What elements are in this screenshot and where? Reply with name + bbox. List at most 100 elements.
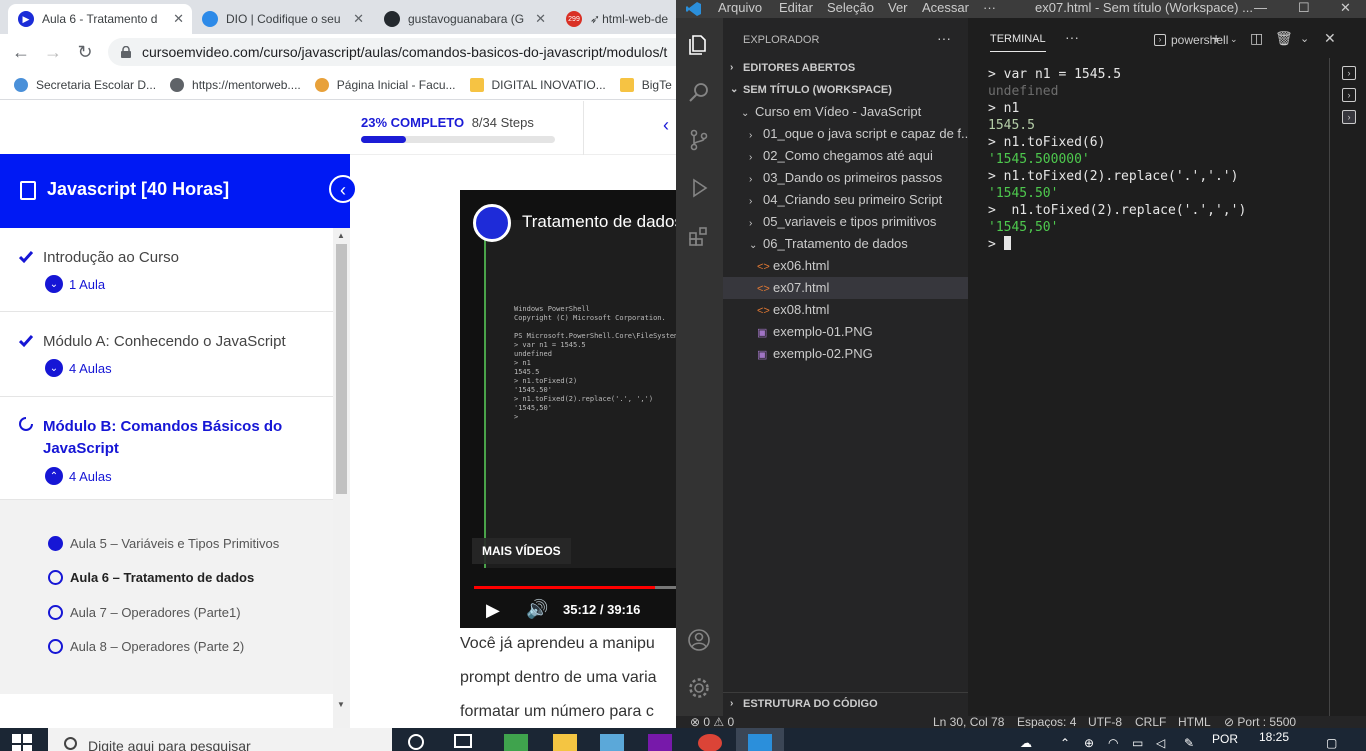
lesson-aula-5[interactable]: Aula 5 – Variáveis e Tipos Primitivos [48,536,279,551]
menu-more[interactable]: ··· [983,0,996,15]
lesson-aula-6[interactable]: Aula 6 – Tratamento de dados [48,570,254,585]
terminal-instance-icon[interactable]: › [1342,66,1356,80]
system-clock[interactable]: 18:25 [1259,730,1289,744]
chevron-up-icon[interactable]: ⌄ [1300,32,1309,45]
lesson-aula-8[interactable]: Aula 8 – Operadores (Parte 2) [48,639,244,654]
terminal-instance-icon[interactable]: › [1342,110,1356,124]
chrome-icon[interactable] [698,734,722,751]
forward-arrow-icon[interactable]: → [42,41,64,63]
reload-icon[interactable]: ↻ [74,41,96,63]
module-a[interactable]: Módulo A: Conhecendo o JavaScript ⌄ 4 Au… [0,312,333,397]
trash-icon[interactable]: 🗑 [1275,30,1293,47]
tree-folder[interactable]: ⌄ 06_Tratamento de dados [749,233,989,255]
notifications-icon[interactable]: ▢ [1326,736,1337,750]
scroll-up-arrow-icon[interactable]: ▲ [337,231,345,240]
volume-icon[interactable]: ◁ [1156,736,1165,750]
live-server-port[interactable]: ⊘ Port : 5500 [1224,716,1296,728]
taskbar-search-input[interactable]: Digite aqui para pesquisar [48,728,392,751]
windows-start-icon[interactable] [12,734,32,751]
run-debug-icon[interactable] [687,176,711,200]
module-introducao[interactable]: Introdução ao Curso ⌄ 1 Aula [0,228,333,312]
bookmark-bigte[interactable]: BigTe [619,77,672,92]
play-icon[interactable]: ▶ [486,600,500,621]
tab-dio[interactable]: DIO | Codifique o seu ✕ [192,4,372,34]
input-language[interactable]: POR [1212,732,1238,746]
video-title[interactable]: Tratamento de dados [522,212,676,232]
close-tab-icon[interactable]: ✕ [353,11,364,27]
tab-terminal[interactable]: TERMINAL [990,33,1046,52]
tree-folder[interactable]: › 03_Dando os primeiros passos [749,167,989,189]
tree-folder-root[interactable]: ⌄ Curso em Vídeo - JavaScript [741,101,981,123]
module-b[interactable]: Módulo B: Comandos Básicos do JavaScript… [0,397,333,500]
more-videos-button[interactable]: MAIS VÍDEOS [472,538,571,564]
minecraft-icon[interactable] [504,734,528,751]
extensions-icon[interactable] [687,224,711,248]
volume-icon[interactable]: 🔊 [526,599,548,620]
scrollbar-thumb[interactable] [336,244,347,494]
encoding-status[interactable]: UTF-8 [1088,716,1122,728]
tree-folder[interactable]: › 02_Como chegamos até aqui [749,145,989,167]
bookmark-pagina-inicial[interactable]: Página Inicial - Facu... [314,77,456,92]
search-icon[interactable] [687,80,711,104]
section-estrutura-codigo[interactable]: › ESTRUTURA DO CÓDIGO [723,692,968,714]
cursor-position[interactable]: Ln 30, Col 78 [933,716,1004,728]
menu-acessar[interactable]: Acessar [922,0,969,15]
menu-arquivo[interactable]: Arquivo [718,0,762,15]
tree-file[interactable]: ▣ exemplo-01.PNG [757,321,997,343]
more-actions-icon[interactable]: ··· [937,30,951,46]
source-control-icon[interactable] [687,128,711,152]
pen-icon[interactable]: ✎ [1184,736,1194,750]
tree-folder[interactable]: › 04_Criando seu primeiro Script [749,189,989,211]
section-workspace[interactable]: ⌄ SEM TÍTULO (WORKSPACE) [723,79,968,101]
new-terminal-plus-icon[interactable]: + [1212,30,1220,46]
sidebar-scrollbar[interactable]: ▲ ▼ [333,228,350,728]
gear-icon[interactable] [687,676,711,700]
terminal-instance-icon[interactable]: › [1342,88,1356,102]
url-input[interactable]: cursoemvideo.com/curso/javascript/aulas/… [108,38,676,66]
scroll-down-arrow-icon[interactable]: ▼ [337,700,345,709]
file-explorer-icon[interactable] [553,734,577,751]
bookmark-mentorweb[interactable]: https://mentorweb.... [170,77,301,92]
language-mode[interactable]: HTML [1178,716,1211,728]
tree-folder[interactable]: › 05_variaveis e tipos primitivos [749,211,989,233]
close-window-icon[interactable]: ✕ [1340,0,1351,16]
app-icon[interactable] [600,734,624,751]
vscode-icon[interactable] [748,734,772,751]
bookmark-digital-inovation[interactable]: DIGITAL INOVATIO... [469,77,606,92]
menu-ver[interactable]: Ver [888,0,908,15]
explorer-files-icon[interactable] [687,32,711,56]
task-view-icon[interactable] [454,734,472,748]
lesson-aula-7[interactable]: Aula 7 – Operadores (Parte1) [48,605,241,620]
bookmark-secretaria[interactable]: Secretaria Escolar D... [14,77,156,92]
indentation-status[interactable]: Espaços: 4 [1017,716,1076,728]
tab-html-web[interactable]: 299 ➶ html-web-de [556,4,676,34]
onenote-icon[interactable] [648,734,672,751]
channel-logo[interactable] [473,204,511,242]
minimize-icon[interactable]: — [1254,0,1267,15]
previous-lesson-chevron-icon[interactable]: ‹ [663,115,669,136]
tree-folder[interactable]: › 01_oque o java script e capaz de f... [749,123,968,145]
cortana-icon[interactable] [408,734,424,750]
network-icon[interactable]: ⊕ [1084,736,1094,750]
maximize-icon[interactable]: ☐ [1298,0,1310,16]
weather-icon[interactable]: ☁ [1020,736,1032,750]
menu-editar[interactable]: Editar [779,0,813,15]
tree-file[interactable]: ▣ exemplo-02.PNG [757,343,997,365]
tree-file[interactable]: <> ex06.html [757,255,997,277]
wifi-icon[interactable]: ◠ [1108,736,1118,750]
tree-file[interactable]: <> ex08.html [757,299,997,321]
terminal-output[interactable]: > var n1 = 1545.5 undefined > n1 1545.5 > n1… [988,66,1246,253]
tree-file-selected[interactable]: <> ex07.html [723,277,968,299]
problems-status[interactable]: ⊗ 0 ⚠ 0 [690,716,734,728]
section-editores-abertos[interactable]: › EDITORES ABERTOS [723,57,968,79]
tab-aula6[interactable]: ▶ Aula 6 - Tratamento d ✕ [8,4,192,34]
more-actions-icon[interactable]: ··· [1065,29,1079,45]
chevron-up-icon[interactable]: ⌃ [1060,736,1070,750]
tab-github[interactable]: gustavoguanabara (G ✕ [374,4,554,34]
menu-selecao[interactable]: Seleção [827,0,874,15]
collapse-sidebar-button[interactable]: ‹ [329,175,357,203]
back-arrow-icon[interactable]: ← [10,41,32,63]
video-seekbar[interactable] [474,586,676,589]
close-tab-icon[interactable]: ✕ [173,11,184,27]
split-terminal-icon[interactable]: ◫ [1250,30,1263,47]
